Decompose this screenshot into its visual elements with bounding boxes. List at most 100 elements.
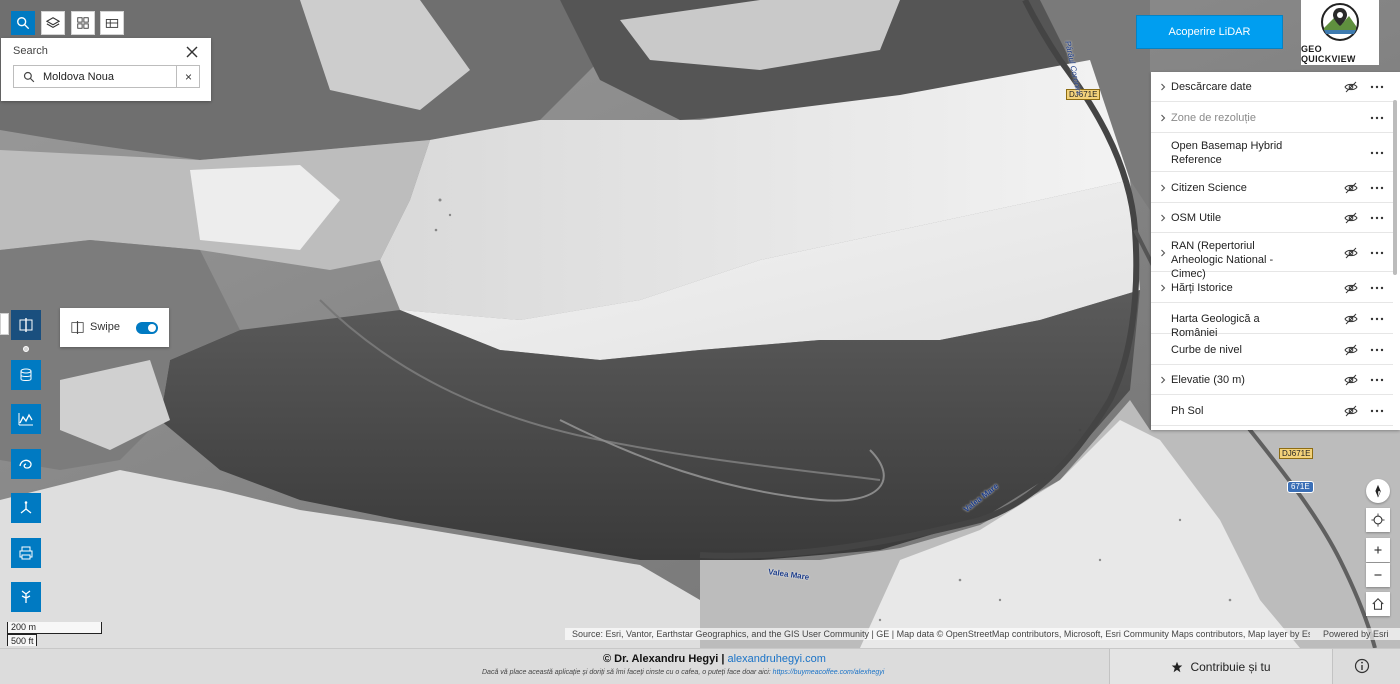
print-icon xyxy=(19,546,33,560)
eye-off-icon[interactable] xyxy=(1344,282,1358,294)
locate-icon xyxy=(1371,513,1385,527)
layer-item[interactable]: Hărți Istorice xyxy=(1151,273,1393,303)
layer-list-panel: Descărcare date Zone de rezoluție Open Bas… xyxy=(1151,72,1400,430)
lidar-coverage-button[interactable]: Acoperire LiDAR xyxy=(1136,15,1283,49)
compass-button[interactable] xyxy=(1366,479,1390,503)
swipe-toggle[interactable] xyxy=(136,322,158,334)
measure-tool-button[interactable] xyxy=(11,493,41,523)
table-icon xyxy=(105,19,119,28)
layer-name: OSM Utile xyxy=(1171,212,1222,224)
eye-off-icon[interactable] xyxy=(1344,182,1358,194)
chevron-right-icon[interactable] xyxy=(1159,83,1167,91)
chevron-right-icon[interactable] xyxy=(1159,184,1167,192)
compass-icon xyxy=(1375,484,1381,498)
layer-item[interactable]: Harta Geologică a României xyxy=(1151,304,1393,339)
geo-quickview-logo: GEO QUICKVIEW xyxy=(1301,0,1379,65)
contribute-label: Contribuie și tu xyxy=(1190,659,1271,674)
more-options-icon[interactable] xyxy=(1370,186,1384,190)
chevron-right-icon[interactable] xyxy=(1159,376,1167,384)
eye-off-icon[interactable] xyxy=(1344,344,1358,356)
elevation-profile-icon xyxy=(18,413,33,426)
footer-coffee-note: Dacă vă place această aplicație și doriț… xyxy=(482,669,884,676)
layer-item[interactable]: Curbe de nivel xyxy=(1151,335,1393,365)
layer-name: Zone de rezoluție xyxy=(1171,112,1256,124)
layer-name: Curbe de nivel xyxy=(1171,344,1242,356)
contribute-button[interactable]: Contribuie și tu xyxy=(1109,649,1333,684)
eye-off-icon[interactable] xyxy=(1344,313,1358,325)
sketch-tool-button[interactable] xyxy=(11,449,41,479)
layers-tool-button[interactable] xyxy=(41,11,65,35)
more-options-icon[interactable] xyxy=(1370,216,1384,220)
table-tool-button[interactable] xyxy=(100,11,124,35)
clear-search-button[interactable]: × xyxy=(176,66,200,87)
scale-metric: 200 m xyxy=(7,622,102,634)
search-input[interactable] xyxy=(43,68,173,85)
search-tool-button[interactable] xyxy=(11,11,35,35)
swipe-tool-button[interactable] xyxy=(11,310,41,340)
info-icon[interactable] xyxy=(1354,658,1370,674)
close-icon[interactable] xyxy=(184,44,200,60)
layer-item[interactable]: Zone de rezoluție xyxy=(1151,103,1393,133)
search-panel: Search × xyxy=(1,38,211,101)
search-box: × xyxy=(13,65,200,88)
more-options-icon[interactable] xyxy=(1370,317,1384,321)
more-options-icon[interactable] xyxy=(1370,409,1384,413)
footer-note-text: Dacă vă place această aplicație și doriț… xyxy=(482,669,771,676)
more-options-icon[interactable] xyxy=(1370,378,1384,382)
layer-item[interactable]: Elevatie (30 m) xyxy=(1151,365,1393,395)
eye-off-icon[interactable] xyxy=(1344,374,1358,386)
layer-item[interactable]: Ph Sol xyxy=(1151,396,1393,426)
layer-item[interactable]: Descărcare date xyxy=(1151,72,1393,102)
swipe-label: Swipe xyxy=(90,321,120,333)
layer-name: Ph Sol xyxy=(1171,405,1204,417)
layer-item[interactable]: RAN (Repertoriul Arheologic National - C… xyxy=(1151,234,1393,280)
print-tool-button[interactable] xyxy=(11,538,41,568)
more-options-icon[interactable] xyxy=(1370,116,1384,120)
scale-imperial: 500 ft xyxy=(7,634,37,646)
road-label-right-text: DJ671E xyxy=(1282,449,1311,458)
basemap-gallery-button[interactable] xyxy=(71,11,95,35)
layer-item[interactable]: Citizen Science xyxy=(1151,173,1393,203)
database-icon xyxy=(20,368,32,381)
minus-icon xyxy=(1374,574,1382,576)
eye-off-icon[interactable] xyxy=(1344,81,1358,93)
swipe-icon xyxy=(19,318,33,332)
panel-collapse-handle[interactable] xyxy=(0,313,9,335)
chevron-right-icon[interactable] xyxy=(1159,249,1167,257)
chevron-right-icon[interactable] xyxy=(1159,214,1167,222)
more-options-icon[interactable] xyxy=(1370,348,1384,352)
chevron-right-icon[interactable] xyxy=(1159,284,1167,292)
layer-item[interactable]: Open Basemap Hybrid Reference xyxy=(1151,134,1393,172)
footer-author: © Dr. Alexandru Hegyi | xyxy=(603,653,725,665)
zoom-out-button[interactable] xyxy=(1366,563,1390,587)
more-options-icon[interactable] xyxy=(1370,151,1384,155)
home-button[interactable] xyxy=(1366,592,1390,616)
footer: © Dr. Alexandru Hegyi | alexandruhegyi.c… xyxy=(0,648,1400,684)
eye-off-icon[interactable] xyxy=(1344,212,1358,224)
layers-icon xyxy=(46,17,60,28)
swipe-panel-icon xyxy=(71,321,84,334)
share-tool-button[interactable] xyxy=(11,582,41,612)
tool-separator-dot xyxy=(23,346,29,352)
eye-off-icon[interactable] xyxy=(1344,405,1358,417)
layer-item[interactable]: OSM Utile xyxy=(1151,203,1393,233)
layer-name: Citizen Science xyxy=(1171,182,1247,194)
locate-button[interactable] xyxy=(1366,508,1390,532)
layer-name: Open Basemap Hybrid Reference xyxy=(1171,140,1283,166)
chevron-right-icon[interactable] xyxy=(1159,114,1167,122)
road-label-right: DJ671E xyxy=(1279,448,1314,459)
elevation-profile-button[interactable] xyxy=(11,404,41,434)
footer-credit: © Dr. Alexandru Hegyi | alexandruhegyi.c… xyxy=(603,653,826,665)
footer-site-link[interactable]: alexandruhegyi.com xyxy=(727,653,825,665)
layer-list-scrollbar[interactable] xyxy=(1393,100,1397,275)
eye-off-icon[interactable] xyxy=(1344,247,1358,259)
attribution-powered-by[interactable]: Powered by Esri xyxy=(1323,628,1389,640)
road-shield-text: 671E xyxy=(1291,482,1310,491)
more-options-icon[interactable] xyxy=(1370,286,1384,290)
more-options-icon[interactable] xyxy=(1370,85,1384,89)
map-attribution[interactable]: Source: Esri, Vantor, Earthstar Geograph… xyxy=(565,628,1400,640)
footer-coffee-link[interactable]: https://buymeacoffee.com/alexhegyi xyxy=(773,669,885,676)
zoom-in-button[interactable] xyxy=(1366,538,1390,562)
database-tool-button[interactable] xyxy=(11,360,41,390)
more-options-icon[interactable] xyxy=(1370,251,1384,255)
